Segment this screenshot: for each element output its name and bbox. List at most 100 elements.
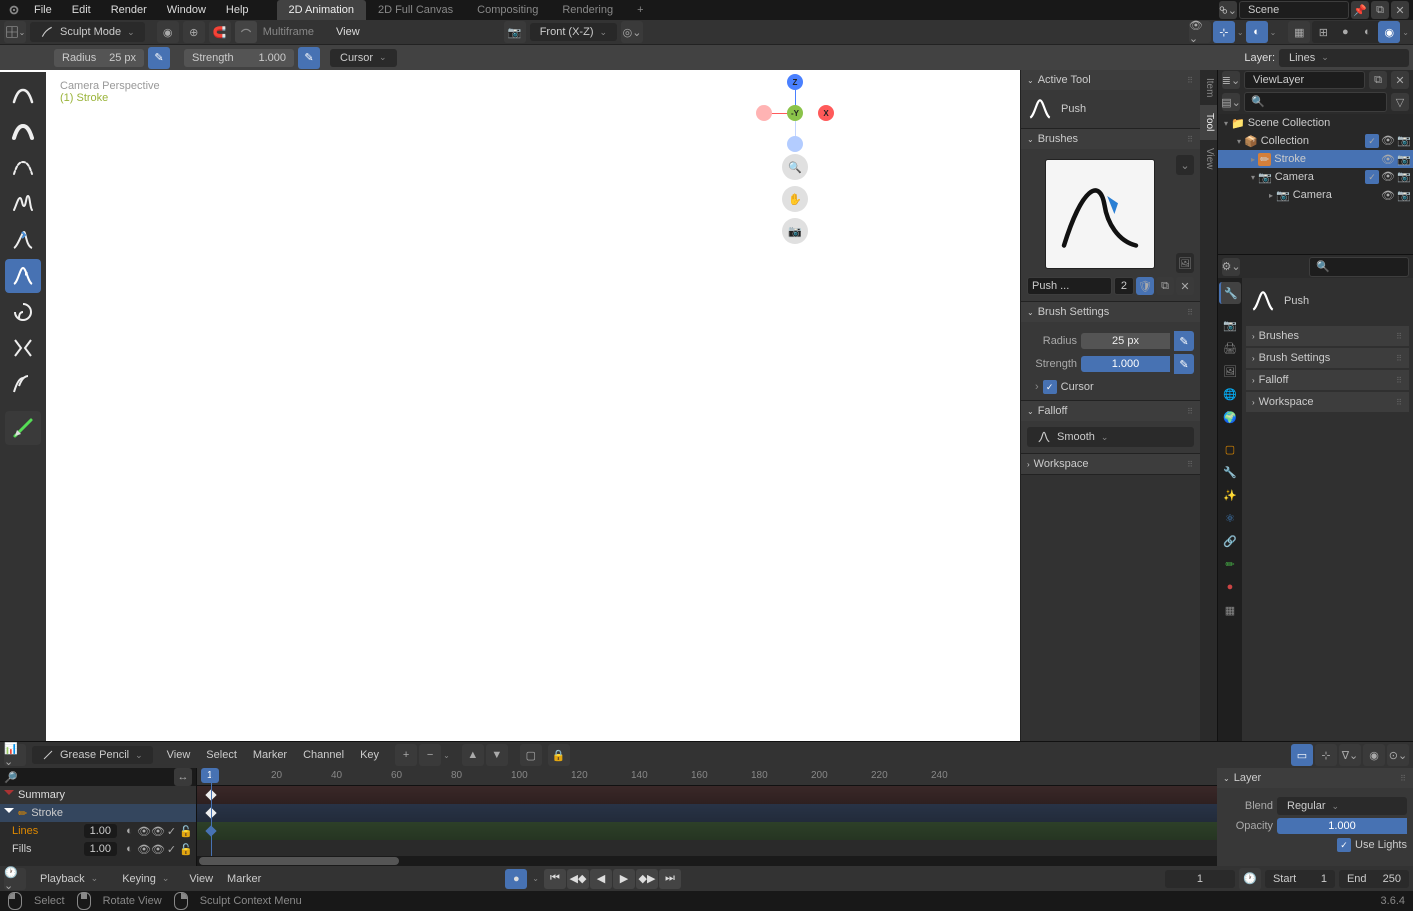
current-frame-field[interactable]: 1 xyxy=(1165,870,1235,888)
panel-falloff-header[interactable]: ⌄Falloff⠿ xyxy=(1021,401,1200,421)
ptab-render[interactable]: 📷 xyxy=(1219,314,1241,336)
channel-fills[interactable]: Fills1.00◐👁👁✓🔓 xyxy=(0,840,196,858)
tool-clone[interactable] xyxy=(5,367,41,401)
overlay-toggle-icon[interactable]: ◐ xyxy=(1246,21,1268,43)
tl-snap-icon[interactable]: ◉ xyxy=(1363,744,1385,766)
keying-menu[interactable]: Keying xyxy=(112,870,179,888)
tool-grab[interactable] xyxy=(5,223,41,257)
tl-proportional-icon[interactable]: ⊙⌄ xyxy=(1387,744,1409,766)
blender-logo-icon[interactable] xyxy=(4,0,24,20)
viewlayer-del-icon[interactable]: ✕ xyxy=(1391,71,1409,89)
keyframe-next-button[interactable]: ◆▶ xyxy=(636,869,658,889)
scene-delete-icon[interactable]: ✕ xyxy=(1391,1,1409,19)
play-button[interactable]: ▶ xyxy=(613,869,635,889)
camera-gizmo-icon[interactable]: 📷 xyxy=(782,218,808,244)
scene-browse-icon[interactable]: ⌄ xyxy=(1219,1,1237,19)
xray-icon[interactable]: ▦ xyxy=(1288,21,1310,43)
autokey-button[interactable]: ● xyxy=(505,869,527,889)
jump-start-button[interactable]: ⏮ xyxy=(544,869,566,889)
opacity-value[interactable]: 1.000 xyxy=(1277,818,1407,834)
ptab-data[interactable]: ✏ xyxy=(1219,553,1241,575)
radius-value[interactable]: 25 px xyxy=(1081,333,1170,349)
ntab-view[interactable]: View xyxy=(1200,140,1217,178)
layer-panel-header[interactable]: ⌄Layer⠿ xyxy=(1217,768,1413,788)
tl-cursor-tool-icon[interactable]: ⊹ xyxy=(1315,744,1337,766)
track-summary[interactable] xyxy=(197,786,1217,804)
menu-help[interactable]: Help xyxy=(216,1,259,19)
ptab-material[interactable]: ● xyxy=(1219,576,1241,598)
prop-falloff-header[interactable]: ›Falloff⠿ xyxy=(1246,370,1409,390)
strength-pressure-btn[interactable]: ✎ xyxy=(1174,354,1194,374)
falloff-dropdown[interactable]: Smooth xyxy=(1027,427,1194,447)
menu-window[interactable]: Window xyxy=(157,1,216,19)
channel-stroke[interactable]: ✏Stroke xyxy=(0,804,196,822)
brush-fake-user-icon[interactable]: 🛡 xyxy=(1136,277,1154,295)
eye-icon[interactable]: 👁 xyxy=(1381,134,1395,148)
tl-select-tool-icon[interactable]: ▭ xyxy=(1291,744,1313,766)
tool-randomize[interactable] xyxy=(5,187,41,221)
brush-list-chevron-icon[interactable]: ⌄ xyxy=(1176,155,1194,175)
outliner-item-stroke[interactable]: ▸✏ Stroke👁📷 xyxy=(1218,150,1413,168)
prop-workspace-header[interactable]: ›Workspace⠿ xyxy=(1246,392,1409,412)
onion-icon[interactable]: 👁 xyxy=(137,843,150,856)
fills-opacity-field[interactable]: 1.00 xyxy=(84,842,117,856)
tl-down-icon[interactable]: ▼ xyxy=(486,744,508,766)
outliner-collection[interactable]: ▾📦 Collection✓👁📷 xyxy=(1218,132,1413,150)
channel-range-icon[interactable]: ↔ xyxy=(174,768,192,786)
eye-icon[interactable]: 👁 xyxy=(1381,170,1395,184)
zoom-gizmo-icon[interactable]: 🔍 xyxy=(782,154,808,180)
jump-end-button[interactable]: ⏭ xyxy=(659,869,681,889)
channel-search-icon[interactable]: 🔎 xyxy=(4,771,18,784)
menu-file[interactable]: File xyxy=(24,1,62,19)
tool-push[interactable] xyxy=(5,259,41,293)
tl-key-menu[interactable]: Key xyxy=(360,749,379,761)
camera-icon[interactable]: 📷 xyxy=(504,21,526,43)
track-stroke[interactable] xyxy=(197,804,1217,822)
editor-type-icon[interactable]: ⌄ xyxy=(4,21,26,43)
eye-icon[interactable]: 👁 xyxy=(151,843,164,856)
tl-foot-editor-icon[interactable]: 🕐⌄ xyxy=(4,868,26,890)
scene-new-icon[interactable]: ⧉ xyxy=(1371,1,1389,19)
outliner-search-input[interactable] xyxy=(1244,92,1387,112)
tool-twist[interactable] xyxy=(5,295,41,329)
tl-lock-icon[interactable]: 🔒 xyxy=(548,744,570,766)
mode-dropdown[interactable]: Sculpt Mode xyxy=(30,22,145,42)
lock-icon[interactable]: 🔓 xyxy=(179,843,192,856)
pan-gizmo-icon[interactable]: ✋ xyxy=(782,186,808,212)
tab-rendering[interactable]: Rendering xyxy=(550,0,625,20)
header-icon-3[interactable]: 🧲 xyxy=(209,21,231,43)
tool-pinch[interactable] xyxy=(5,331,41,365)
outliner-scene-collection[interactable]: ▾📁 Scene Collection xyxy=(1218,114,1413,132)
viewport-3d[interactable]: Camera Perspective (1) Stroke Z X -Y 🔍 ✋… xyxy=(46,70,1020,741)
lines-opacity-field[interactable]: 1.00 xyxy=(84,824,117,838)
end-frame-field[interactable]: End250 xyxy=(1339,870,1409,888)
ptab-fx[interactable]: ✨ xyxy=(1219,484,1241,506)
cursor-dropdown[interactable]: Cursor xyxy=(330,49,397,67)
eye-icon[interactable]: 👁 xyxy=(1381,189,1395,202)
prop-brushes-header[interactable]: ›Brushes⠿ xyxy=(1246,326,1409,346)
ptab-texture[interactable]: ▦ xyxy=(1219,599,1241,621)
shading-wire-icon[interactable]: ⊞ xyxy=(1312,21,1334,43)
panel-active-tool-header[interactable]: ⌄Active Tool⠿ xyxy=(1021,70,1200,90)
nav-gizmo[interactable]: Z X -Y xyxy=(760,78,830,148)
tool-smooth[interactable] xyxy=(5,79,41,113)
strength-field[interactable]: Strength1.000 xyxy=(184,49,294,67)
cursor-checkbox[interactable]: ✓ xyxy=(1043,380,1057,394)
tl-select-menu[interactable]: Select xyxy=(206,749,237,761)
eye-icon[interactable]: 👁 xyxy=(151,825,164,838)
camera-icon[interactable]: 📷 xyxy=(1397,170,1411,184)
panel-brush-settings-header[interactable]: ⌄Brush Settings⠿ xyxy=(1021,302,1200,322)
tl-isolate-icon[interactable]: ▢ xyxy=(520,744,542,766)
play-reverse-button[interactable]: ◀ xyxy=(590,869,612,889)
cam-enable-checkbox[interactable]: ✓ xyxy=(1365,170,1379,184)
brush-name-field[interactable]: Push ... xyxy=(1027,277,1112,295)
shading-render-icon[interactable]: ◉ xyxy=(1378,21,1400,43)
channel-lines[interactable]: Lines1.00◐👁👁✓🔓 xyxy=(0,822,196,840)
viewlayer-new-icon[interactable]: ⧉ xyxy=(1369,71,1387,89)
ptab-viewlayer[interactable]: 🖼 xyxy=(1219,360,1241,382)
ntab-tool[interactable]: Tool xyxy=(1200,105,1217,139)
ptab-scene[interactable]: 🌐 xyxy=(1219,383,1241,405)
axis-y-icon[interactable]: -Y xyxy=(787,105,803,121)
outliner-editor-icon[interactable]: ≣⌄ xyxy=(1222,71,1240,89)
ptab-output[interactable]: 🖨 xyxy=(1219,337,1241,359)
